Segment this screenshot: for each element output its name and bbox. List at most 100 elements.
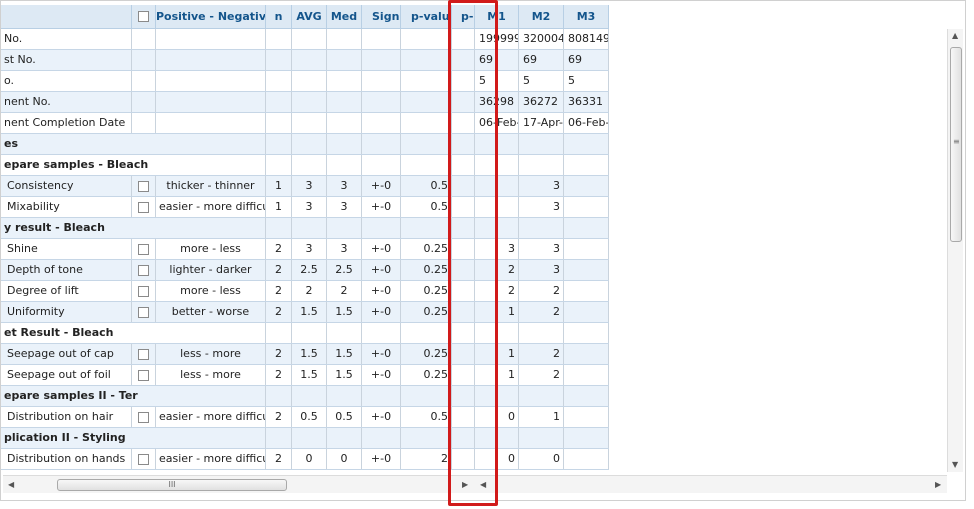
header-p-value[interactable]: p-value xyxy=(401,5,452,29)
cell-n xyxy=(266,50,292,70)
cell-check xyxy=(132,113,156,133)
row-checkbox[interactable] xyxy=(138,369,149,381)
header-n[interactable]: n xyxy=(266,5,292,29)
cell-m3 xyxy=(564,197,609,217)
cell-pn: less - more xyxy=(156,344,266,364)
cell-sig xyxy=(362,29,401,49)
row-checkbox[interactable] xyxy=(138,201,149,213)
cell-p xyxy=(401,218,452,238)
cell-sig: +-0 xyxy=(362,365,401,385)
cell-pextra xyxy=(452,50,475,70)
group-row[interactable]: plication II - Styling xyxy=(1,428,609,449)
row-checkbox[interactable] xyxy=(138,243,149,255)
row-checkbox[interactable] xyxy=(138,285,149,297)
row-checkbox[interactable] xyxy=(138,453,149,465)
row-checkbox[interactable] xyxy=(138,411,149,423)
cell-p xyxy=(401,50,452,70)
scroll-left-icon[interactable]: ◀ xyxy=(8,480,14,489)
row-checkbox[interactable] xyxy=(138,264,149,276)
cell-med: 2 xyxy=(327,281,362,301)
table-row[interactable]: Distribution on hair easier - more diffic… xyxy=(1,407,609,428)
table-row[interactable]: st No. 69 69 69 xyxy=(1,50,609,71)
cell-n xyxy=(266,155,292,175)
header-significance[interactable]: Significance xyxy=(362,5,401,29)
cell-m2: 69 xyxy=(519,50,564,70)
cell-m2: 0 xyxy=(519,449,564,469)
cell-p xyxy=(401,323,452,343)
cell-m1: 0 xyxy=(475,449,519,469)
header-select-all[interactable] xyxy=(132,5,156,29)
table-row[interactable]: nent No. 36298 36272 36331 xyxy=(1,92,609,113)
horizontal-scrollbar[interactable]: ◀ III ▶ ◀ ▶ xyxy=(3,475,947,493)
table-row[interactable]: Distribution on hands easier - more diffi… xyxy=(1,449,609,470)
group-row[interactable]: et Result - Bleach xyxy=(1,323,609,344)
cell-p xyxy=(401,386,452,406)
table-row[interactable]: Consistency thicker - thinner 1 3 3 +-0 0.5 3 xyxy=(1,176,609,197)
cell-n xyxy=(266,134,292,154)
header-label-col[interactable] xyxy=(1,5,132,29)
cell-pn: less - more xyxy=(156,365,266,385)
cell-m2: 1 xyxy=(519,407,564,427)
cell-p xyxy=(401,92,452,112)
table-row[interactable]: Shine more - less 2 3 3 +-0 0.25 3 3 xyxy=(1,239,609,260)
header-m2[interactable]: M2 xyxy=(519,5,564,29)
table-row[interactable]: nent Completion Date 06-Feb-217-Apr-206-F… xyxy=(1,113,609,134)
cell-med xyxy=(327,428,362,448)
cell-pn xyxy=(156,71,266,91)
cell-label: Consistency xyxy=(1,176,132,196)
header-avg[interactable]: AVG xyxy=(292,5,327,29)
scroll-down-icon[interactable]: ▼ xyxy=(952,460,958,469)
cell-m1: 36298 xyxy=(475,92,519,112)
group-row[interactable]: epare samples - Bleach xyxy=(1,155,609,176)
cell-check xyxy=(132,281,156,301)
group-row[interactable]: es xyxy=(1,134,609,155)
cell-avg xyxy=(292,92,327,112)
table-row[interactable]: Degree of lift more - less 2 2 2 +-0 0.25 2 2 xyxy=(1,281,609,302)
vertical-scrollbar[interactable]: ▲ ≡ ▼ xyxy=(947,29,963,472)
table-row[interactable]: Uniformity better - worse 2 1.5 1.5 +-0 0.25 1 2 xyxy=(1,302,609,323)
row-checkbox[interactable] xyxy=(138,348,149,360)
table-row[interactable]: o. 5 5 5 xyxy=(1,71,609,92)
vertical-scroll-thumb[interactable]: ≡ xyxy=(950,47,962,242)
table-row[interactable]: Seepage out of cap less - more 2 1.5 1.5 +-0 0… xyxy=(1,344,609,365)
cell-m2 xyxy=(519,386,564,406)
cell-pn: easier - more difficult xyxy=(156,407,266,427)
header-p-extra[interactable]: p- xyxy=(452,5,475,29)
row-checkbox[interactable] xyxy=(138,306,149,318)
table-row[interactable]: Depth of tone lighter - darker 2 2.5 2.5 +-0 0… xyxy=(1,260,609,281)
cell-m3 xyxy=(564,260,609,280)
cell-m1 xyxy=(475,386,519,406)
cell-n xyxy=(266,92,292,112)
horizontal-scroll-thumb[interactable]: III xyxy=(57,479,287,491)
cell-pextra xyxy=(452,92,475,112)
header-m1[interactable]: M1 xyxy=(475,5,519,29)
cell-avg xyxy=(292,386,327,406)
header-positive-negative[interactable]: Positive - Negative xyxy=(156,5,266,29)
table-row[interactable]: No. 199999 320004 808149 xyxy=(1,29,609,50)
scroll-up-icon[interactable]: ▲ xyxy=(952,31,958,40)
scroll-right-icon-left-pane[interactable]: ▶ xyxy=(462,480,468,489)
cell-m3 xyxy=(564,302,609,322)
cell-pn: easier - more difficult xyxy=(156,449,266,469)
header-m3[interactable]: M3 xyxy=(564,5,609,29)
scroll-right-icon[interactable]: ▶ xyxy=(935,480,941,489)
cell-m2: 3 xyxy=(519,197,564,217)
cell-med: 0 xyxy=(327,449,362,469)
cell-pn: more - less xyxy=(156,239,266,259)
group-row[interactable]: epare samples II - Ter xyxy=(1,386,609,407)
header-med[interactable]: Med xyxy=(327,5,362,29)
cell-med xyxy=(327,218,362,238)
table-row[interactable]: Seepage out of foil less - more 2 1.5 1.5 +-0… xyxy=(1,365,609,386)
cell-n: 1 xyxy=(266,197,292,217)
cell-med: 1.5 xyxy=(327,365,362,385)
scroll-left-icon-right-pane[interactable]: ◀ xyxy=(480,480,486,489)
cell-sig xyxy=(362,50,401,70)
table-row[interactable]: Mixability easier - more difficult 1 3 3 +-0 0… xyxy=(1,197,609,218)
cell-m1: 06-Feb-2 xyxy=(475,113,519,133)
row-checkbox[interactable] xyxy=(138,180,149,192)
cell-pextra xyxy=(452,281,475,301)
cell-avg xyxy=(292,50,327,70)
group-row[interactable]: y result - Bleach xyxy=(1,218,609,239)
select-all-checkbox[interactable] xyxy=(138,11,149,22)
cell-label: et Result - Bleach xyxy=(4,326,114,339)
